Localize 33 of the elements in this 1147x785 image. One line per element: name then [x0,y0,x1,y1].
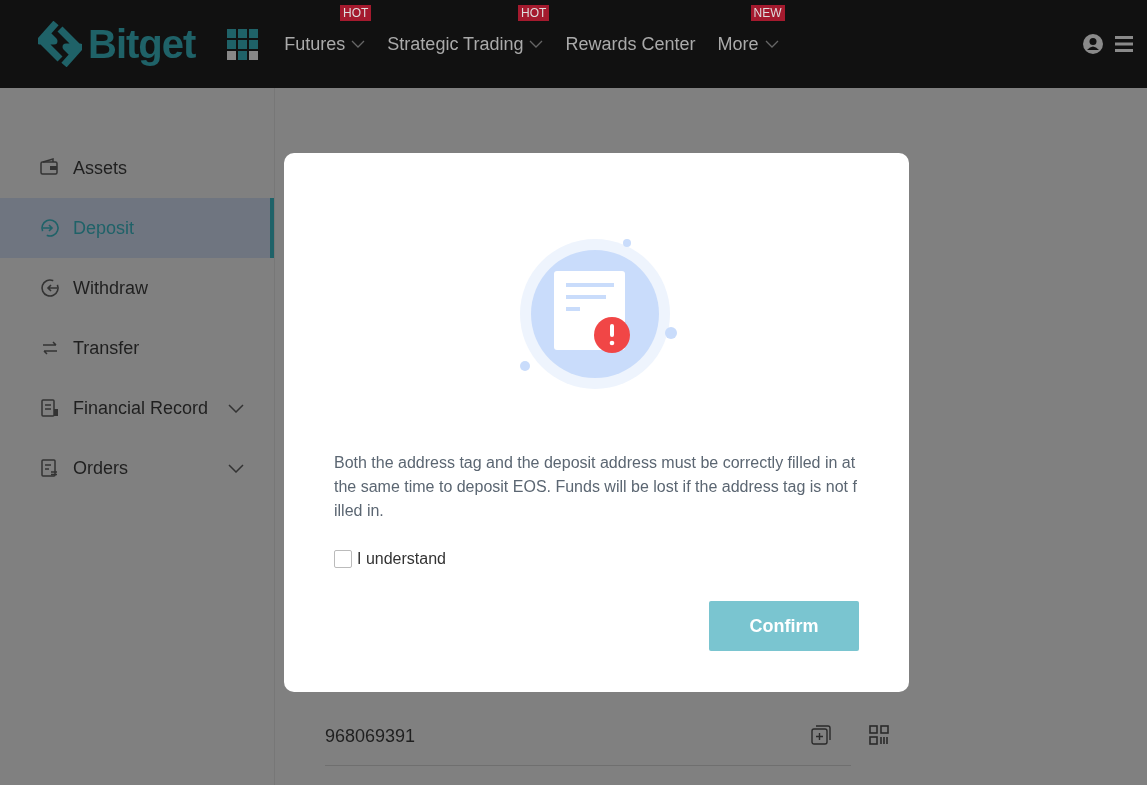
nav-link[interactable]: Rewards Center [565,30,696,58]
chevron-down-icon[interactable] [228,463,244,473]
understand-checkbox[interactable]: I understand [334,547,446,571]
document-icon [40,398,60,418]
apps-grid-icon[interactable] [227,28,259,60]
wallet-icon [40,158,60,178]
qr-code-icon[interactable] [869,725,889,745]
chevron-down-icon[interactable] [228,403,244,413]
chevron-down-icon[interactable] [351,40,366,48]
sidebar-item[interactable]: Withdraw [0,258,274,318]
arrow-out-circle-icon [40,278,60,298]
nav-badge: HOT [340,4,372,21]
chevron-down-icon[interactable] [529,40,544,48]
nav-badge: HOT [518,4,550,21]
logo-text[interactable]: Bitget [88,24,196,64]
nav-link[interactable]: Futures [284,30,366,58]
logo-icon [38,21,82,67]
sidebar-item[interactable]: Financial Record [0,378,274,438]
document-icon [40,458,60,478]
nav-link[interactable]: Strategic Trading [387,30,544,58]
tag-field[interactable]: 968069391 [325,708,851,766]
sidebar-item[interactable]: Orders [0,438,274,498]
arrow-in-circle-icon [40,218,60,238]
nav-badge: NEW [750,4,785,21]
sidebar-item[interactable]: Assets [0,138,274,198]
chevron-down-icon[interactable] [764,40,779,48]
checkbox-square[interactable] [334,550,352,568]
warning-message: Both the address tag and the deposit address must be correctly filled in at the same time to deposit EOS. Funds will be lost if the address tag is not filled in. [334,453,858,521]
nav-link[interactable]: More [717,30,779,58]
user-icon[interactable] [1083,34,1103,54]
menu-icon[interactable] [1115,35,1133,53]
sidebar-item[interactable]: Transfer [0,318,274,378]
copy-icon[interactable] [811,725,831,745]
